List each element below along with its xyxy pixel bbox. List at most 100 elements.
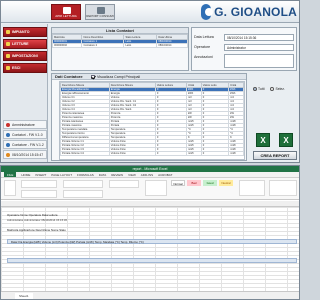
cell: 08/10/2014 bbox=[156, 43, 188, 48]
tab-review[interactable]: REVIEW bbox=[111, 172, 123, 177]
annotazioni-field[interactable] bbox=[224, 54, 294, 68]
status-label: Amministratore bbox=[12, 122, 35, 127]
status-firmware-1: Contatori - FW V.1.0 bbox=[3, 130, 47, 139]
crea-report-button[interactable]: CREA REPORT bbox=[253, 151, 297, 160]
radio-label: Selez. bbox=[275, 87, 285, 91]
exit-icon bbox=[6, 66, 10, 70]
tab-acrobat[interactable]: ACROBAT bbox=[158, 172, 172, 177]
tab-insert[interactable]: INSERT bbox=[35, 172, 46, 177]
sidebar-item-label: LETTURE bbox=[12, 42, 29, 46]
sidebar-item-impianto[interactable]: IMPIANTO bbox=[3, 27, 47, 37]
cell: 000000002 bbox=[51, 43, 83, 48]
excel-export-icon[interactable]: X bbox=[279, 133, 293, 147]
paste-button[interactable] bbox=[4, 180, 16, 196]
sheet-row: Operatore Nome Operatore Data Lettura bbox=[7, 213, 58, 217]
status-user: Amministratore bbox=[3, 120, 47, 129]
alignment-buttons[interactable] bbox=[63, 180, 103, 188]
sheet-tabs: Sheet1 bbox=[1, 291, 299, 299]
operatore-row: Operatore Administrator bbox=[194, 44, 294, 51]
info-lettura-panel: Data Lettura 08/10/2014 15:15:36 Operato… bbox=[191, 27, 297, 71]
style-neutral[interactable]: Neutral bbox=[219, 180, 233, 186]
status-datetime: 08/10/2014 15:15:47 bbox=[3, 150, 47, 159]
letture-icon bbox=[6, 42, 10, 46]
font-selector[interactable] bbox=[21, 180, 57, 188]
cells-group[interactable] bbox=[239, 180, 265, 196]
excel-title-bar: report - Microsoft Excel bbox=[1, 166, 299, 172]
operatore-field[interactable]: Administrator bbox=[224, 44, 294, 51]
excel-window: report - Microsoft Excel FILE HOME INSER… bbox=[0, 165, 300, 300]
font-format-buttons[interactable] bbox=[21, 190, 57, 198]
report-icon bbox=[97, 7, 105, 14]
sidebar-item-letture[interactable]: LETTURE bbox=[3, 39, 47, 49]
sidebar-item-label: ESCI bbox=[12, 66, 21, 70]
data-lettura-field[interactable]: 08/10/2014 15:15:36 bbox=[224, 34, 294, 41]
dati-contatore-title: Dati Contatore bbox=[52, 74, 246, 80]
ribbon: Normal Bad Good Neutral bbox=[1, 178, 299, 200]
impianto-icon bbox=[6, 30, 10, 34]
sheet-row: Data Ora Energia (kWh) Volume (m3) Poten… bbox=[11, 240, 144, 244]
data-lettura-label: Data Lettura bbox=[194, 35, 214, 39]
tab-data[interactable]: DATA bbox=[99, 172, 107, 177]
operatore-label: Operatore bbox=[194, 45, 211, 49]
device-icon bbox=[6, 143, 10, 147]
number-format[interactable] bbox=[109, 180, 139, 188]
report-consumi-button[interactable]: REPORT CONSUMI bbox=[85, 4, 115, 20]
sidebar-item-esci[interactable]: ESCI bbox=[3, 63, 47, 73]
sidebar-item-label: IMPIANTO bbox=[12, 30, 30, 34]
visualizza-campi-label: Visualizza Campi Principali bbox=[97, 75, 141, 79]
cell: Portata Volume C4 bbox=[60, 151, 110, 156]
status-label: Contatori - FW V.1.0 bbox=[12, 132, 43, 137]
status-label: 08/10/2014 15:15:47 bbox=[12, 152, 44, 157]
excel-export-icon[interactable]: X bbox=[256, 133, 270, 147]
tab-page-layout[interactable]: PAGE LAYOUT bbox=[51, 172, 72, 177]
status-firmware-2: Contatore - FW V.1.2 bbox=[3, 140, 47, 149]
merge-buttons[interactable] bbox=[63, 190, 103, 198]
sidebar-item-impostazioni[interactable]: IMPOSTAZIONI bbox=[3, 51, 47, 61]
lista-contatori-panel: Lista Contatori Matricola Nome Descritti… bbox=[51, 27, 189, 71]
table-row[interactable]: Portata Volume C4 Volume Flow 0 m3/h 0 m3/h bbox=[60, 151, 244, 156]
sidebar-item-label: IMPOSTAZIONI bbox=[12, 54, 38, 58]
dati-contatore-table: Descrizione Misura Descrizione Misura Va… bbox=[60, 82, 244, 156]
annotazioni-row: Annotazioni bbox=[194, 54, 294, 68]
folder-icon bbox=[63, 7, 71, 14]
tab-file[interactable]: FILE bbox=[4, 172, 17, 177]
clock-icon bbox=[6, 153, 10, 157]
apri-lettura-label: APRI LETTURA bbox=[55, 14, 77, 18]
cell: m3/h bbox=[186, 151, 202, 156]
conditional-formatting-button[interactable] bbox=[145, 180, 167, 196]
excel-title: report - Microsoft Excel bbox=[132, 167, 168, 171]
dati-table-container[interactable]: Descrizione Misura Descrizione Misura Va… bbox=[59, 81, 245, 160]
cell: 0 bbox=[200, 151, 230, 156]
style-normal[interactable]: Normal bbox=[171, 180, 185, 186]
company-logo: G. GIOANOLA bbox=[201, 3, 297, 21]
user-icon bbox=[6, 123, 10, 127]
radio-selezionati[interactable]: Selez. bbox=[270, 87, 285, 91]
style-good[interactable]: Good bbox=[203, 180, 217, 186]
apri-lettura-button[interactable]: APRI LETTURA bbox=[51, 4, 81, 20]
radio-tutti[interactable]: Tutti bbox=[253, 87, 264, 91]
editing-group[interactable] bbox=[269, 180, 297, 196]
radio-icon[interactable] bbox=[253, 87, 257, 91]
cell: Letto bbox=[123, 43, 158, 48]
cell: Contatore 2 bbox=[81, 43, 125, 48]
cell: 0 bbox=[154, 151, 188, 156]
tab-add-ins[interactable]: ADD-INS bbox=[141, 172, 153, 177]
sheet-header-band bbox=[7, 258, 297, 263]
tab-formulas[interactable]: FORMULAS bbox=[77, 172, 94, 177]
cell: Volume Flow bbox=[108, 151, 156, 156]
tab-view[interactable]: VIEW bbox=[128, 172, 136, 177]
visualizza-campi-checkbox[interactable]: Visualizza Campi Principali bbox=[91, 75, 140, 79]
table-row[interactable]: 000000002 Contatore 2 Letto 08/10/2014 bbox=[51, 43, 188, 48]
data-lettura-row: Data Lettura 08/10/2014 15:15:36 bbox=[194, 34, 294, 41]
contatori-app-window: APRI LETTURA REPORT CONSUMI G. GIOANOLA … bbox=[0, 0, 300, 163]
radio-label: Tutti bbox=[258, 87, 265, 91]
logo-mark-icon bbox=[201, 4, 214, 20]
radio-icon[interactable] bbox=[270, 87, 275, 91]
report-consumi-label: REPORT CONSUMI bbox=[86, 14, 114, 18]
sheet-tab[interactable]: Sheet1 bbox=[15, 293, 33, 299]
lista-contatori-table: Matricola Nome Descrittivo Stato Lettura… bbox=[51, 34, 188, 48]
device-icon bbox=[6, 133, 10, 137]
tab-home[interactable]: HOME bbox=[21, 172, 30, 177]
style-bad[interactable]: Bad bbox=[187, 180, 201, 186]
checkbox-icon[interactable] bbox=[91, 75, 95, 79]
